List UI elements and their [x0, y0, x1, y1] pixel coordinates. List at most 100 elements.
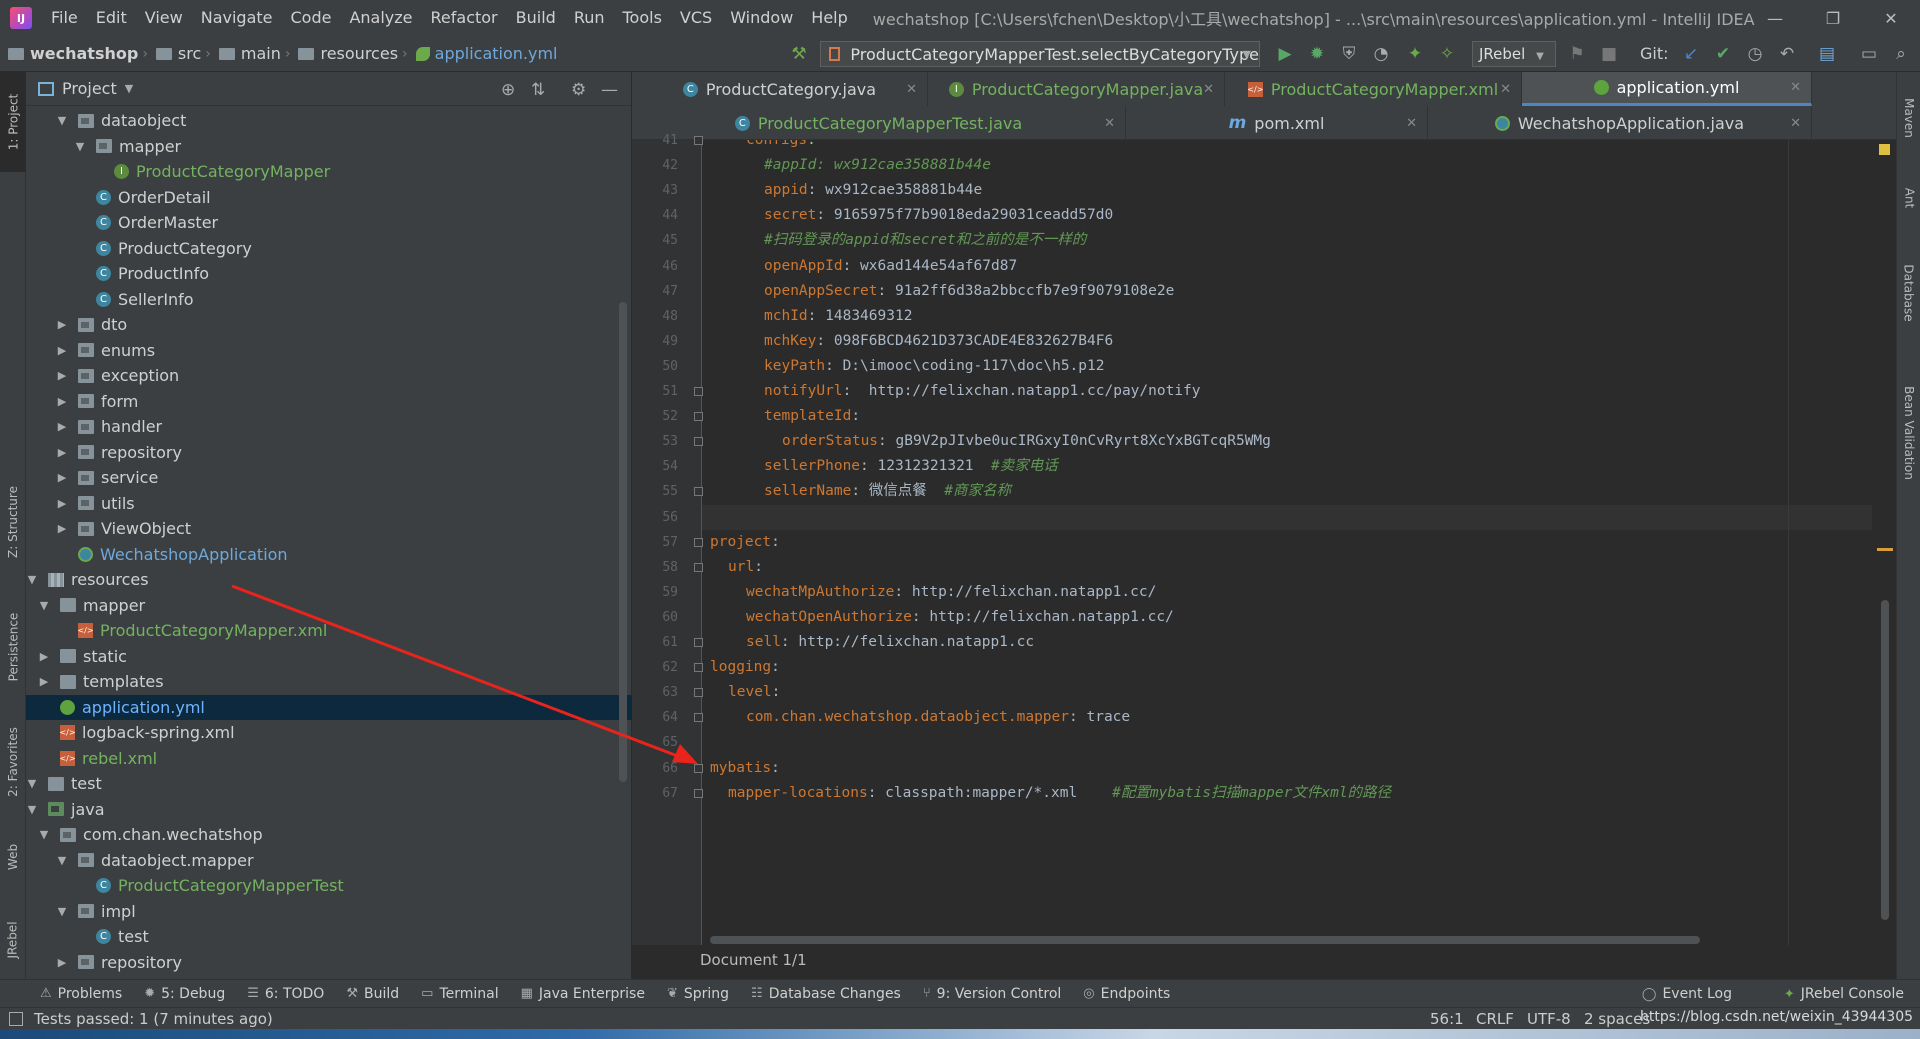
- tree-item[interactable]: ▶ ViewObject: [26, 516, 632, 541]
- line-separator[interactable]: CRLF: [1476, 1008, 1514, 1030]
- menu-item-file[interactable]: File: [42, 0, 87, 36]
- expanded-arrow-icon[interactable]: ▼: [74, 140, 86, 153]
- editor-tab[interactable]: I ProductCategoryMapper.java ✕: [928, 72, 1225, 106]
- expanded-arrow-icon[interactable]: ▼: [56, 114, 68, 127]
- menu-item-code[interactable]: Code: [282, 0, 341, 36]
- profile-icon[interactable]: ◔: [1370, 43, 1392, 65]
- expanded-arrow-icon[interactable]: ▼: [38, 828, 50, 841]
- code-line[interactable]: sellerPhone: 12312321321 #卖家电话: [702, 454, 1058, 479]
- close-icon[interactable]: ✕: [1790, 116, 1801, 131]
- tree-item[interactable]: ▶CProductCategoryMapperTest: [26, 873, 632, 898]
- editor-vertical-scrollbar[interactable]: [1881, 600, 1889, 920]
- tree-item[interactable]: ▶ repository: [26, 440, 632, 465]
- menu-item-view[interactable]: View: [136, 0, 192, 36]
- collapsed-arrow-icon[interactable]: ▶: [56, 956, 68, 969]
- tree-item[interactable]: ▶ handler: [26, 414, 632, 439]
- expanded-arrow-icon[interactable]: ▼: [26, 573, 38, 586]
- code-line[interactable]: mchKey: 098F6BCD4621D373CADE4E832627B4F6: [702, 329, 1113, 354]
- code-line[interactable]: #扫码登录的appid和secret和之前的是不一样的: [702, 228, 1086, 253]
- menu-item-tools[interactable]: Tools: [614, 0, 671, 36]
- error-stripe-marker[interactable]: [1879, 144, 1890, 155]
- tree-item[interactable]: ▶CProductInfo: [26, 261, 632, 286]
- tab-maven[interactable]: Maven: [1897, 78, 1920, 158]
- revert-icon[interactable]: ↶: [1776, 43, 1798, 65]
- hide-panel-icon[interactable]: —: [601, 80, 618, 100]
- tree-item[interactable]: ▼ com.chan.wechatshop: [26, 822, 632, 847]
- run-configuration-select[interactable]: ProductCategoryMapperTest.selectByCatego…: [820, 41, 1260, 67]
- editor-tab[interactable]: application.yml ✕: [1522, 72, 1812, 106]
- close-icon[interactable]: ✕: [906, 82, 917, 97]
- code-line[interactable]: mybatis:: [702, 756, 780, 781]
- code-line[interactable]: templateId:: [702, 404, 860, 429]
- code-line[interactable]: appid: wx912cae358881b44e: [702, 178, 982, 203]
- caret-position[interactable]: 56:1: [1430, 1008, 1464, 1030]
- tree-item[interactable]: ▼ dataobject: [26, 108, 632, 133]
- build-hammer-icon[interactable]: ⚒: [788, 43, 810, 65]
- tab-structure[interactable]: Z: Structure: [0, 467, 26, 577]
- tab-favorites[interactable]: 2: Favorites: [0, 712, 26, 812]
- breadcrumb-item[interactable]: src: [148, 44, 205, 63]
- code-line[interactable]: sell: http://felixchan.natapp1.cc: [702, 630, 1034, 655]
- code-editor[interactable]: 41 42 43 44 45 46 47 48 49 50 51 52 53 54 55 56 57 58 59 60…: [632, 133, 1896, 945]
- expanded-arrow-icon[interactable]: ▼: [56, 854, 68, 867]
- tree-item[interactable]: ▶CSellerInfo: [26, 287, 632, 312]
- tree-item[interactable]: ▼ dataobject.mapper: [26, 848, 632, 873]
- breadcrumb-item[interactable]: main: [211, 44, 285, 63]
- git-update-icon[interactable]: ↙: [1680, 43, 1702, 65]
- tree-item[interactable]: ▶ dto: [26, 312, 632, 337]
- breadcrumb-item[interactable]: resources: [290, 44, 402, 63]
- gear-icon[interactable]: ⚙: [571, 80, 586, 100]
- code-area[interactable]: configs: #appId: wx912cae358881b44e appid:…: [702, 140, 1872, 945]
- tree-scrollbar[interactable]: [619, 302, 627, 782]
- menu-item-navigate[interactable]: Navigate: [192, 0, 282, 36]
- run-icon[interactable]: ▶: [1274, 43, 1296, 65]
- code-line[interactable]: wechatMpAuthorize: http://felixchan.nata…: [702, 580, 1156, 605]
- tool-9-version-control[interactable]: ⑂ 9: Version Control: [923, 986, 1061, 1002]
- tree-item[interactable]: ▶COrderDetail: [26, 185, 632, 210]
- tree-item[interactable]: ▼ mapper: [26, 134, 632, 159]
- collapsed-arrow-icon[interactable]: ▶: [56, 395, 68, 408]
- close-icon[interactable]: ✕: [1104, 116, 1115, 131]
- tree-item[interactable]: ▶ static: [26, 644, 632, 669]
- close-button[interactable]: ✕: [1862, 0, 1920, 36]
- jrebel-debug-icon[interactable]: ✧: [1436, 43, 1458, 65]
- tree-item[interactable]: ▶WechatshopApplication: [26, 542, 632, 567]
- collapsed-arrow-icon[interactable]: ▶: [38, 675, 50, 688]
- tree-item[interactable]: ▶</>ProductCategoryMapper.xml: [26, 618, 632, 643]
- tree-item[interactable]: ▼ java: [26, 797, 632, 822]
- editor-tab[interactable]: C ProductCategory.java ✕: [632, 72, 928, 106]
- locate-icon[interactable]: ⊕: [501, 80, 515, 100]
- collapsed-arrow-icon[interactable]: ▶: [38, 650, 50, 663]
- code-line[interactable]: orderStatus: gB9V2pJIvbe0ucIRGxyI0nCvRyr…: [702, 429, 1271, 454]
- history-icon[interactable]: ◷: [1744, 43, 1766, 65]
- code-line[interactable]: secret: 9165975f77b9018eda29031ceadd57d0: [702, 203, 1113, 228]
- tree-item[interactable]: ▶</>rebel.xml: [26, 746, 632, 771]
- menu-item-help[interactable]: Help: [802, 0, 856, 36]
- code-line[interactable]: [702, 730, 710, 755]
- tool-build[interactable]: ⚒ Build: [346, 986, 399, 1002]
- tool-windows-icon[interactable]: [9, 1012, 23, 1026]
- editor-horizontal-scrollbar[interactable]: [710, 936, 1700, 944]
- file-encoding[interactable]: UTF-8: [1527, 1008, 1571, 1030]
- editor-tab[interactable]: m pom.xml ✕: [1126, 106, 1428, 140]
- breadcrumb-item[interactable]: application.yml: [408, 44, 562, 63]
- tool-6-todo[interactable]: ☰ 6: TODO: [247, 986, 324, 1002]
- tab-project[interactable]: 1: Project: [0, 72, 26, 172]
- debug-icon[interactable]: ✹: [1306, 43, 1328, 65]
- tool-java-enterprise[interactable]: ▦ Java Enterprise: [521, 986, 645, 1002]
- tab-jrebel[interactable]: JRebel: [0, 900, 26, 980]
- tree-item[interactable]: ▶ service: [26, 465, 632, 490]
- tool-endpoints[interactable]: ◎ Endpoints: [1083, 986, 1170, 1002]
- breadcrumb-item[interactable]: wechatshop: [0, 44, 142, 63]
- expanded-arrow-icon[interactable]: ▼: [26, 777, 38, 790]
- tool-terminal[interactable]: ▭ Terminal: [421, 986, 498, 1002]
- code-line[interactable]: [702, 504, 1872, 530]
- code-line[interactable]: level:: [702, 680, 780, 705]
- code-line[interactable]: sellerName: 微信点餐 #商家名称: [702, 479, 1011, 504]
- code-line[interactable]: configs:: [702, 140, 816, 153]
- tab-bean-validation[interactable]: Bean Validation: [1897, 358, 1920, 508]
- jrebel-select[interactable]: JRebel ▼: [1472, 41, 1556, 67]
- tool-database-changes[interactable]: ☷ Database Changes: [751, 986, 901, 1002]
- code-line[interactable]: notifyUrl: http://felixchan.natapp1.cc/p…: [702, 379, 1201, 404]
- tool-problems[interactable]: ⚠ Problems: [40, 986, 122, 1002]
